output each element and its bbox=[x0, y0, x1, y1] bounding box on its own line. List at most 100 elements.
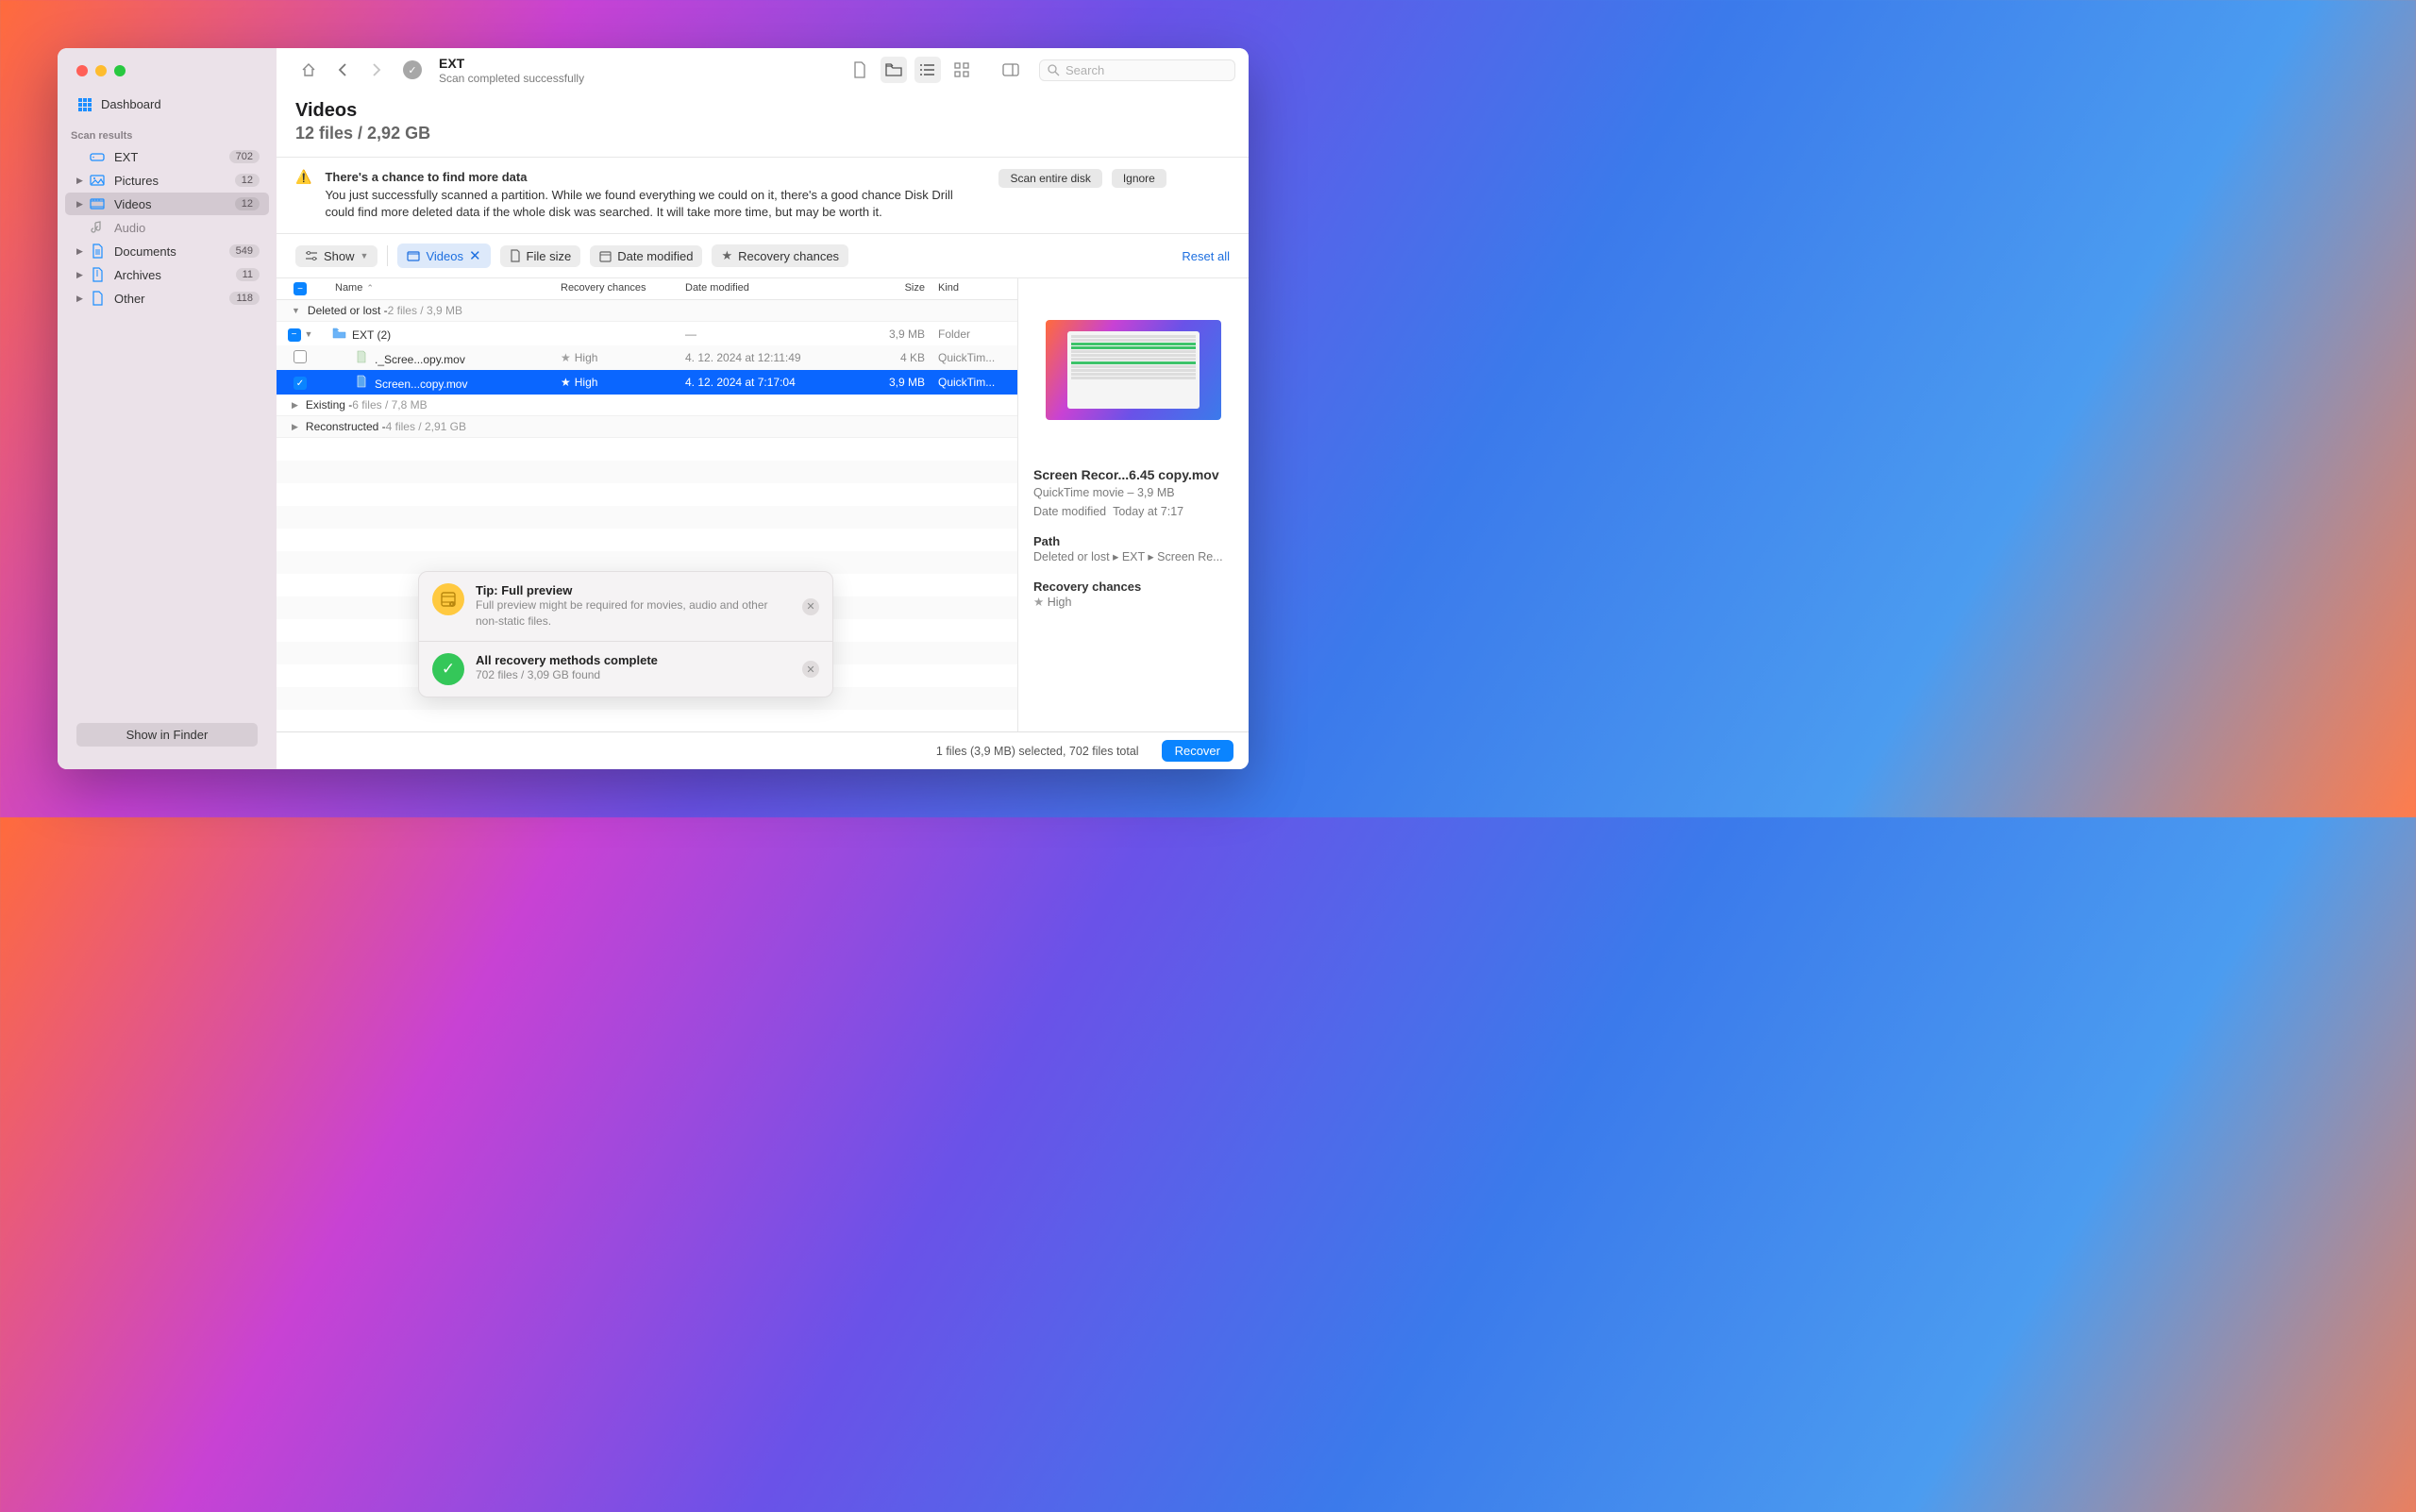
toast-close-button[interactable]: ✕ bbox=[802, 661, 819, 678]
sidebar-item-label: Pictures bbox=[114, 174, 159, 188]
row-kind: QuickTim... bbox=[934, 376, 1017, 389]
header-recovery[interactable]: Recovery chances bbox=[561, 282, 685, 295]
row-checkbox[interactable]: ✓ bbox=[294, 377, 307, 390]
picture-icon bbox=[90, 173, 105, 188]
header-check[interactable]: − bbox=[277, 282, 314, 295]
preview-recovery-label: Recovery chances bbox=[1033, 580, 1233, 594]
sliders-icon bbox=[305, 250, 318, 261]
show-filter[interactable]: Show ▼ bbox=[295, 245, 378, 267]
banner-title: There's a chance to find more data bbox=[325, 170, 527, 184]
toast-description: 702 files / 3,09 GB found bbox=[476, 667, 791, 683]
file-size-label: File size bbox=[527, 249, 572, 263]
show-in-finder-button[interactable]: Show in Finder bbox=[76, 723, 258, 747]
clear-filter-icon[interactable]: ✕ bbox=[469, 247, 481, 264]
row-checkbox[interactable]: − bbox=[288, 328, 301, 342]
filter-bar: Show ▼ Videos ✕ File size Date modified … bbox=[277, 234, 1249, 277]
preview-panel: Screen Recor...6.45 copy.mov QuickTime m… bbox=[1018, 278, 1249, 731]
sidebar-item-dashboard[interactable]: Dashboard bbox=[58, 90, 277, 126]
ignore-button[interactable]: Ignore bbox=[1112, 169, 1166, 188]
banner-body: There's a chance to find more data You j… bbox=[325, 169, 985, 223]
header-kind[interactable]: Kind bbox=[934, 282, 1017, 295]
star-icon: ★ bbox=[561, 351, 571, 364]
toggle-panel-button[interactable] bbox=[998, 57, 1024, 83]
sidebar-badge: 12 bbox=[235, 174, 260, 187]
view-list-button[interactable] bbox=[914, 57, 941, 83]
view-document-button[interactable] bbox=[847, 57, 873, 83]
toast-title: Tip: Full preview bbox=[476, 583, 791, 597]
group-label: Existing - bbox=[306, 398, 352, 412]
main-content: ✓ EXT Scan completed successfully Search… bbox=[277, 48, 1249, 769]
table-row[interactable]: ._Scree...opy.mov ★High 4. 12. 2024 at 1… bbox=[277, 345, 1017, 370]
videos-filter-label: Videos bbox=[426, 249, 463, 263]
search-input[interactable]: Search bbox=[1039, 59, 1235, 81]
view-grid-button[interactable] bbox=[948, 57, 975, 83]
sidebar-item-other[interactable]: ▶ Other 118 bbox=[65, 287, 269, 310]
sidebar-item-label: Archives bbox=[114, 268, 161, 282]
preview-thumbnail[interactable] bbox=[1046, 320, 1221, 420]
home-button[interactable] bbox=[295, 57, 322, 83]
row-size: 3,9 MB bbox=[864, 376, 934, 389]
header-name[interactable]: Name⌃ bbox=[314, 282, 561, 295]
group-meta: 4 files / 2,91 GB bbox=[386, 420, 466, 433]
group-meta: 6 files / 7,8 MB bbox=[352, 398, 427, 412]
sidebar-item-ext[interactable]: EXT 702 bbox=[65, 145, 269, 168]
date-modified-filter[interactable]: Date modified bbox=[590, 245, 702, 267]
folder-icon bbox=[331, 326, 346, 341]
sidebar-badge: 549 bbox=[229, 244, 260, 258]
dashboard-label: Dashboard bbox=[101, 97, 161, 111]
selection-status: 1 files (3,9 MB) selected, 702 files tot… bbox=[936, 745, 1139, 758]
row-size: 4 KB bbox=[864, 351, 934, 364]
sidebar-item-archives[interactable]: ▶ Archives 11 bbox=[65, 263, 269, 286]
preview-path-label: Path bbox=[1033, 534, 1233, 548]
header-date[interactable]: Date modified bbox=[685, 282, 864, 295]
sidebar-item-pictures[interactable]: ▶ Pictures 12 bbox=[65, 169, 269, 192]
sidebar-item-audio[interactable]: Audio bbox=[65, 216, 269, 239]
app-window: Dashboard Scan results EXT 702 ▶ Picture… bbox=[58, 48, 1249, 769]
view-folder-button[interactable] bbox=[881, 57, 907, 83]
chevron-down-icon[interactable]: ▼ bbox=[305, 329, 313, 339]
table-row[interactable]: ✓ Screen...copy.mov ★High 4. 12. 2024 at… bbox=[277, 370, 1017, 395]
sidebar-item-documents[interactable]: ▶ Documents 549 bbox=[65, 240, 269, 262]
warning-icon: ⚠️ bbox=[295, 169, 311, 223]
sidebar-item-videos[interactable]: ▶ Videos 12 bbox=[65, 193, 269, 215]
forward-button[interactable] bbox=[363, 57, 390, 83]
group-existing[interactable]: ▶ Existing - 6 files / 7,8 MB bbox=[277, 395, 1017, 416]
back-button[interactable] bbox=[329, 57, 356, 83]
chevron-right-icon: ▶ bbox=[292, 400, 298, 411]
group-reconstructed[interactable]: ▶ Reconstructed - 4 files / 2,91 GB bbox=[277, 416, 1017, 438]
recovery-chances-filter[interactable]: ★ Recovery chances bbox=[712, 244, 848, 267]
view-toggles bbox=[847, 57, 1024, 83]
video-filter-icon bbox=[407, 251, 420, 261]
sidebar-item-label: EXT bbox=[114, 150, 138, 164]
sort-asc-icon: ⌃ bbox=[366, 283, 374, 293]
header-size[interactable]: Size bbox=[864, 282, 934, 295]
banner-actions: Scan entire disk Ignore bbox=[998, 169, 1166, 223]
show-label: Show bbox=[324, 249, 355, 263]
toast-complete: ✓ All recovery methods complete 702 file… bbox=[419, 641, 832, 697]
sidebar-badge: 12 bbox=[235, 197, 260, 210]
file-icon bbox=[354, 374, 369, 389]
toast-close-button[interactable]: ✕ bbox=[802, 598, 819, 615]
video-icon bbox=[90, 196, 105, 211]
row-recovery: High bbox=[575, 351, 598, 364]
group-label: Deleted or lost - bbox=[308, 304, 388, 317]
videos-filter[interactable]: Videos ✕ bbox=[397, 244, 490, 268]
sidebar-badge: 11 bbox=[236, 268, 260, 281]
fullscreen-window-button[interactable] bbox=[114, 65, 126, 76]
row-checkbox[interactable] bbox=[294, 350, 307, 363]
minimize-window-button[interactable] bbox=[95, 65, 107, 76]
results-table: − Name⌃ Recovery chances Date modified S… bbox=[277, 278, 1018, 731]
close-window-button[interactable] bbox=[76, 65, 88, 76]
film-preview-icon bbox=[432, 583, 464, 615]
divider bbox=[387, 245, 388, 266]
table-row[interactable]: −▼ EXT (2) — 3,9 MB Folder bbox=[277, 322, 1017, 345]
group-meta: 2 files / 3,9 MB bbox=[388, 304, 462, 317]
group-deleted-lost[interactable]: ▼ Deleted or lost - 2 files / 3,9 MB bbox=[277, 300, 1017, 322]
scan-status-icon: ✓ bbox=[403, 60, 422, 79]
file-size-filter[interactable]: File size bbox=[500, 245, 581, 267]
scan-entire-disk-button[interactable]: Scan entire disk bbox=[998, 169, 1101, 188]
row-name: ._Scree...opy.mov bbox=[375, 353, 465, 366]
other-icon bbox=[90, 291, 105, 306]
reset-all-link[interactable]: Reset all bbox=[1182, 249, 1230, 263]
recover-button[interactable]: Recover bbox=[1162, 740, 1233, 762]
